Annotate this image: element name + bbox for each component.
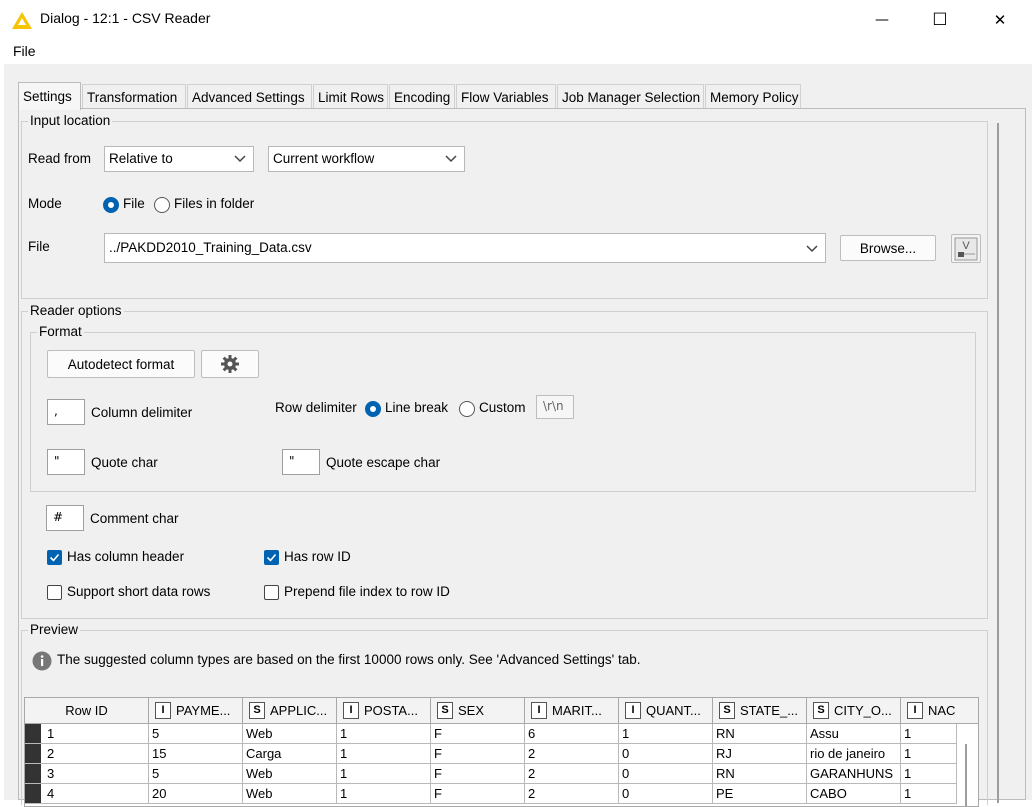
table-header: Row ID I PAYME... S APPLIC... I POSTA... SS… [25, 698, 978, 724]
checkmark-icon [49, 553, 60, 562]
format-legend: Format [37, 324, 84, 339]
mode-folder-label: Files in folder [174, 196, 255, 211]
has-row-id-label: Has row ID [284, 549, 351, 564]
tab-transformation[interactable]: Transformation [82, 84, 186, 108]
tab-flow-variables[interactable]: Flow Variables [456, 84, 556, 108]
table-row[interactable]: 2 15 Carga 1 F 2 0 RJ rio de janeiro 1 [25, 744, 978, 764]
browse-button[interactable]: Browse... [840, 235, 936, 261]
close-button[interactable]: ✕ [970, 0, 1030, 40]
tab-advanced-settings[interactable]: Advanced Settings [187, 84, 312, 108]
svg-text:V: V [962, 240, 970, 252]
read-from-select[interactable]: Relative to [104, 146, 254, 172]
title-bar: Dialog - 12:1 - CSV Reader — ☐ ✕ [0, 0, 1032, 40]
quote-char-label: Quote char [91, 455, 158, 470]
close-icon: ✕ [993, 11, 1007, 29]
read-from-value: Relative to [109, 151, 173, 166]
tab-settings[interactable]: Settings [18, 82, 81, 110]
settings-panel: Input location Read from Relative to Cur… [18, 108, 1026, 807]
panel-scrollbar[interactable] [997, 123, 999, 803]
column-header[interactable]: I PAYME... [149, 698, 243, 724]
input-location-legend: Input location [28, 113, 113, 128]
column-header[interactable]: S SEX [431, 698, 525, 724]
support-short-rows-checkbox[interactable] [47, 585, 62, 600]
menu-bar: File [0, 40, 1032, 64]
table-row[interactable]: 3 5 Web 1 F 2 0 RN GARANHUNS 1 [25, 764, 978, 784]
mode-folder-radio[interactable] [154, 197, 170, 213]
has-column-header-checkbox[interactable] [47, 550, 62, 565]
tab-limit-rows[interactable]: Limit Rows [313, 84, 388, 108]
prepend-file-index-label: Prepend file index to row ID [284, 584, 450, 599]
gear-icon [221, 355, 239, 373]
column-delimiter-label: Column delimiter [91, 405, 193, 420]
tab-job-manager-selection[interactable]: Job Manager Selection [557, 84, 704, 108]
info-icon [32, 651, 52, 671]
maximize-icon: ☐ [932, 10, 948, 30]
file-path-value: ../PAKDD2010_Training_Data.csv [109, 240, 312, 255]
dialog-body: Settings Transformation Advanced Setting… [4, 64, 1032, 807]
column-delimiter-input[interactable]: , [47, 399, 85, 425]
flow-variable-icon: V [954, 237, 978, 260]
preview-legend: Preview [28, 622, 81, 637]
chevron-down-icon [234, 155, 246, 163]
preview-table: Row ID I PAYME... S APPLIC... I POSTA... SS… [24, 697, 979, 807]
column-header[interactable]: I NAC [901, 698, 978, 724]
line-break-label: Line break [385, 400, 449, 415]
checkmark-icon [266, 553, 277, 562]
column-header[interactable]: I POSTA... [337, 698, 431, 724]
table-row[interactable]: 4 20 Web 1 F 2 0 PE CABO 1 [25, 784, 978, 804]
reader-options-legend: Reader options [28, 303, 124, 318]
window-title: Dialog - 12:1 - CSV Reader [40, 10, 211, 26]
column-header[interactable]: I QUANT... [619, 698, 713, 724]
comment-char-label: Comment char [90, 511, 179, 526]
quote-char-input[interactable]: " [47, 449, 85, 475]
custom-delimiter-label: Custom [479, 400, 526, 415]
autodetect-format-button[interactable]: Autodetect format [47, 350, 195, 378]
knime-logo-icon [12, 12, 32, 29]
flow-variable-button[interactable]: V [951, 234, 981, 263]
relative-to-value: Current workflow [273, 151, 375, 166]
tab-encoding[interactable]: Encoding [389, 84, 455, 108]
menu-file[interactable]: File [13, 43, 36, 59]
mode-file-label: File [123, 196, 145, 211]
support-short-rows-label: Support short data rows [67, 584, 211, 599]
format-settings-button[interactable] [201, 350, 259, 378]
mode-label: Mode [28, 196, 62, 211]
comment-char-input[interactable]: # [46, 505, 84, 531]
table-scrollbar[interactable] [965, 744, 967, 806]
has-row-id-checkbox[interactable] [264, 550, 279, 565]
read-from-label: Read from [28, 151, 92, 166]
chevron-down-icon [445, 155, 457, 163]
column-header[interactable]: I MARIT... [525, 698, 619, 724]
quote-escape-label: Quote escape char [326, 455, 441, 470]
column-header[interactable]: S CITY_O... [807, 698, 901, 724]
input-location-group: Input location Read from Relative to Cur… [21, 113, 988, 299]
tab-memory-policy[interactable]: Memory Policy [705, 84, 801, 108]
preview-group: Preview The suggested column types are b… [21, 622, 988, 807]
has-column-header-label: Has column header [67, 549, 185, 564]
file-path-input[interactable]: ../PAKDD2010_Training_Data.csv [104, 233, 826, 263]
table-row[interactable]: 1 5 Web 1 F 6 1 RN Assu 1 [25, 724, 978, 744]
column-header[interactable]: S APPLIC... [243, 698, 337, 724]
custom-delimiter-input[interactable]: \r\n [536, 395, 574, 419]
quote-escape-input[interactable]: " [282, 449, 320, 475]
file-label: File [28, 239, 50, 254]
row-delimiter-label: Row delimiter [275, 400, 357, 415]
reader-options-group: Reader options Format Autodetect format [21, 303, 988, 619]
preview-info-text: The suggested column types are based on … [57, 652, 641, 667]
maximize-button[interactable]: ☐ [910, 0, 970, 40]
relative-to-select[interactable]: Current workflow [268, 146, 465, 172]
line-break-radio[interactable] [365, 401, 381, 417]
column-header[interactable]: S STATE_... [713, 698, 807, 724]
format-group: Format Autodetect format , Column delimi… [30, 324, 976, 492]
chevron-down-icon [806, 245, 818, 253]
prepend-file-index-checkbox[interactable] [264, 585, 279, 600]
row-id-header[interactable]: Row ID [25, 698, 149, 724]
custom-delimiter-radio[interactable] [459, 401, 475, 417]
minimize-button[interactable]: — [852, 0, 912, 40]
minimize-icon: — [875, 12, 889, 28]
mode-file-radio[interactable] [103, 197, 119, 213]
